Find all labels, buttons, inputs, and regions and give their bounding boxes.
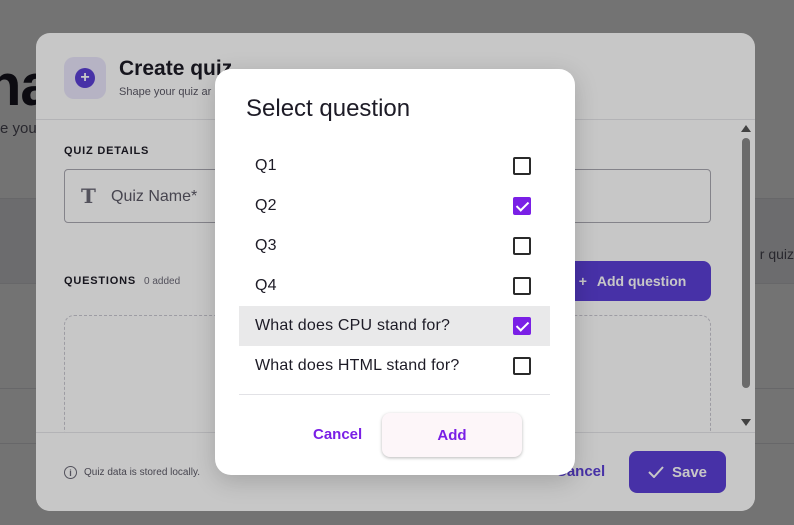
question-list: Q1 Q2 Q3 Q4 What does CPU stand for? Wha… bbox=[239, 146, 550, 386]
question-label: Q3 bbox=[255, 237, 277, 254]
question-label: Q2 bbox=[255, 197, 277, 214]
question-item-q4[interactable]: Q4 bbox=[239, 266, 550, 306]
question-checkbox[interactable] bbox=[513, 197, 531, 215]
dialog-add-button[interactable]: Add bbox=[382, 413, 522, 457]
question-item-html[interactable]: What does HTML stand for? bbox=[239, 346, 550, 386]
question-checkbox[interactable] bbox=[513, 237, 531, 255]
question-label: What does HTML stand for? bbox=[255, 357, 460, 374]
question-label: Q4 bbox=[255, 277, 277, 294]
question-item-q3[interactable]: Q3 bbox=[239, 226, 550, 266]
question-label: Q1 bbox=[255, 157, 277, 174]
question-checkbox[interactable] bbox=[513, 317, 531, 335]
dialog-divider bbox=[239, 394, 550, 395]
dialog-title: Select question bbox=[246, 95, 411, 122]
question-checkbox[interactable] bbox=[513, 357, 531, 375]
question-item-q1[interactable]: Q1 bbox=[239, 146, 550, 186]
select-question-dialog: Select question Q1 Q2 Q3 Q4 What does CP… bbox=[215, 69, 575, 475]
question-item-q2[interactable]: Q2 bbox=[239, 186, 550, 226]
question-item-cpu[interactable]: What does CPU stand for? bbox=[239, 306, 550, 346]
question-label: What does CPU stand for? bbox=[255, 317, 451, 334]
dialog-cancel-button[interactable]: Cancel bbox=[313, 426, 362, 443]
question-checkbox[interactable] bbox=[513, 157, 531, 175]
question-checkbox[interactable] bbox=[513, 277, 531, 295]
